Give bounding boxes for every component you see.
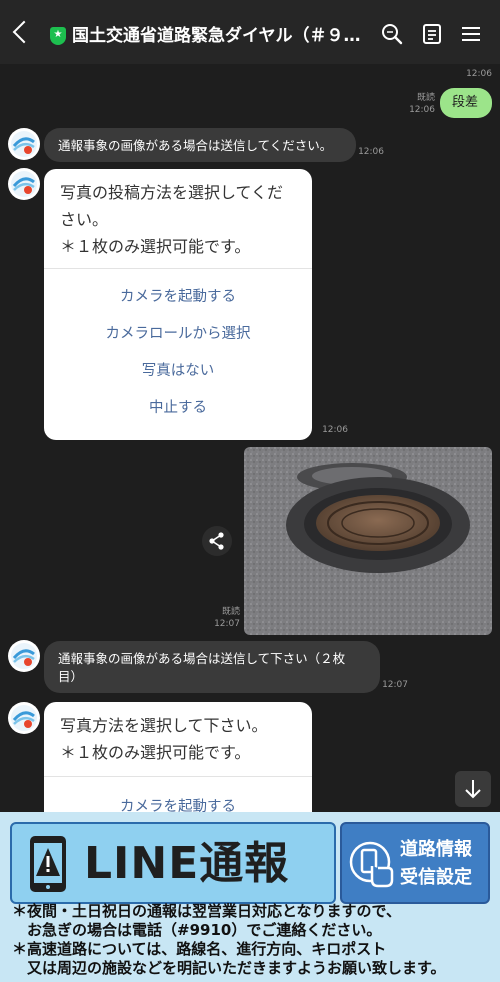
search-icon[interactable] <box>380 22 404 46</box>
timestamp: 12:06 <box>466 69 492 79</box>
road-info-settings-label: 道路情報 受信設定 <box>400 839 472 888</box>
share-button[interactable] <box>202 526 232 556</box>
share-icon <box>209 532 224 550</box>
card-message: 写真方法を選択して下さい。 ＊１枚のみ選択可能です。 <box>44 702 312 776</box>
shield-star-icon: ★ <box>50 27 66 45</box>
card-message: 写真の投稿方法を選択してくだ さい。 ＊１枚のみ選択可能です。 <box>44 169 312 268</box>
chat-title[interactable]: 国土交通省道路緊急ダイヤル（＃９９１０… <box>72 24 368 48</box>
read-receipt: 既読 <box>221 607 240 617</box>
received-message-bubble[interactable]: 通報事象の画像がある場合は送信してください。 <box>44 128 356 162</box>
mlit-logo-icon <box>11 705 37 731</box>
timestamp: 12:06 <box>409 105 435 115</box>
line-report-button[interactable]: LINE通報 <box>10 822 336 904</box>
option-no-photo[interactable]: 写真はない <box>44 353 312 390</box>
option-camera-roll[interactable]: カメラロールから選択 <box>44 316 312 353</box>
timestamp: 12:07 <box>214 619 240 629</box>
bot-avatar[interactable] <box>8 168 40 200</box>
bot-avatar[interactable] <box>8 128 40 160</box>
timestamp: 12:07 <box>382 680 408 690</box>
timestamp: 12:06 <box>358 147 384 157</box>
photo-method-card: 写真の投稿方法を選択してくだ さい。 ＊１枚のみ選択可能です。 カメラを起動する… <box>44 169 312 440</box>
timestamp: 12:06 <box>322 425 348 435</box>
bot-avatar[interactable] <box>8 640 40 672</box>
received-message-bubble[interactable]: 通報事象の画像がある場合は送信して下さい（２枚 目） <box>44 641 380 693</box>
road-info-settings-button[interactable]: 道路情報 受信設定 <box>340 822 490 904</box>
back-chevron-icon[interactable] <box>12 20 36 44</box>
card-text-line: ＊１枚のみ選択可能です。 <box>60 743 251 762</box>
scroll-to-bottom-button[interactable] <box>455 771 491 807</box>
notice-expressway: ＊高速道路については、路線名、進行方向、キロポスト 又は周辺の施設などを明記いた… <box>12 940 446 977</box>
chat-header: ★ 国土交通省道路緊急ダイヤル（＃９９１０… <box>0 0 500 64</box>
menu-icon[interactable] <box>459 22 483 46</box>
option-launch-camera[interactable]: カメラを起動する <box>44 279 312 316</box>
mlit-logo-icon <box>11 171 37 197</box>
message-line: 通報事象の画像がある場合は送信して下さい（２枚 <box>58 651 346 666</box>
card-text-line: 写真方法を選択して下さい。 <box>60 716 268 735</box>
smartphone-warning-icon <box>30 836 66 892</box>
bot-avatar[interactable] <box>8 702 40 734</box>
manhole-photo <box>244 447 492 635</box>
line-report-label: LINE通報 <box>84 838 290 889</box>
sent-message-bubble[interactable]: 段差 <box>440 88 492 118</box>
mlit-logo-icon <box>11 643 37 669</box>
arrow-down-icon <box>465 780 481 799</box>
rich-menu-banner: LINE通報 道路情報 受信設定 ＊夜間・土日祝日の通報は翌営業日対応となります… <box>0 812 500 982</box>
sent-photo-manhole[interactable] <box>244 447 492 635</box>
card-text-line: さい。 <box>60 210 109 229</box>
read-receipt: 既読 <box>416 93 435 103</box>
message-line: 目） <box>58 669 84 684</box>
card-text-line: 写真の投稿方法を選択してくだ <box>60 183 284 202</box>
notes-icon[interactable] <box>420 22 444 46</box>
option-cancel[interactable]: 中止する <box>44 390 312 427</box>
tap-phone-icon <box>349 841 394 888</box>
notice-night-holiday: ＊夜間・土日祝日の通報は翌営業日対応となりますので、 お急ぎの場合は電話（#99… <box>12 902 401 939</box>
card-text-line: ＊１枚のみ選択可能です。 <box>60 237 251 256</box>
mlit-logo-icon <box>11 131 37 157</box>
